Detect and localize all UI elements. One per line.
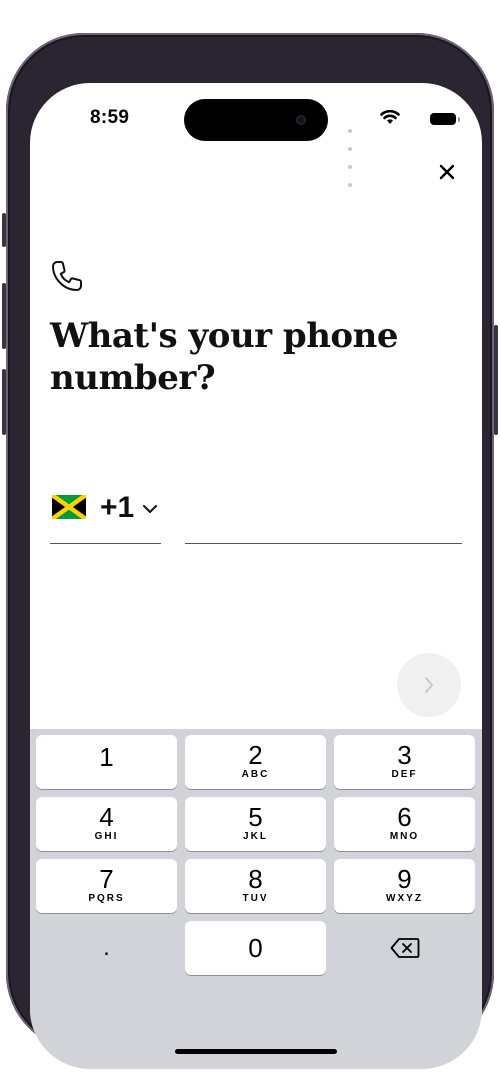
numeric-keypad: 1 2 ABC 3 DEF 4 GHI 5 JKL 6 MNO 7 PQRS 8… (30, 729, 482, 1069)
key-letters: ABC (241, 769, 270, 780)
key-number: 7 (99, 864, 114, 894)
key-8[interactable]: 8 TUV (185, 859, 326, 913)
dial-code: +1 (100, 491, 135, 524)
key-number: 4 (99, 802, 114, 832)
battery-icon (430, 113, 460, 125)
key-number: 1 (99, 742, 114, 772)
delete-key[interactable] (334, 921, 475, 975)
key-dot[interactable]: . (36, 921, 177, 975)
key-1[interactable]: 1 (36, 735, 177, 789)
key-letters: TUV (242, 893, 269, 904)
cellular-dots-icon (348, 120, 354, 192)
country-code-picker[interactable]: +1 (50, 487, 161, 544)
key-letters: MNO (389, 831, 420, 842)
close-icon (439, 164, 455, 180)
status-time: 8:59 (90, 107, 130, 128)
action-button (2, 213, 6, 247)
key-letters: WXYZ (386, 893, 423, 904)
close-button[interactable] (432, 157, 462, 187)
key-letters: JKL (243, 831, 268, 842)
screen: 8:59 What's your phone number? +1 1 2 AB… (30, 83, 482, 1069)
key-dot-label: . (103, 934, 110, 961)
key-number: 2 (248, 740, 263, 770)
chevron-right-icon (425, 677, 433, 693)
key-letters: DEF (391, 769, 418, 780)
key-0[interactable]: 0 (185, 921, 326, 975)
key-5[interactable]: 5 JKL (185, 797, 326, 851)
page-title: What's your phone number? (50, 316, 398, 398)
key-9[interactable]: 9 WXYZ (334, 859, 475, 913)
key-number: 5 (248, 802, 263, 832)
power-button (494, 325, 498, 435)
camera-icon (296, 115, 306, 125)
key-letters: GHI (94, 831, 119, 842)
key-3[interactable]: 3 DEF (334, 735, 475, 789)
next-button[interactable] (397, 653, 461, 717)
volume-down-button (2, 369, 6, 435)
wifi-icon (380, 109, 400, 124)
key-number: 6 (397, 802, 412, 832)
home-indicator[interactable] (175, 1049, 337, 1054)
dynamic-island (184, 99, 328, 141)
key-2[interactable]: 2 ABC (185, 735, 326, 789)
phone-icon (52, 261, 82, 291)
key-6[interactable]: 6 MNO (334, 797, 475, 851)
key-number: 3 (397, 740, 412, 770)
key-number: 0 (248, 933, 263, 963)
key-letters: PQRS (88, 893, 125, 904)
key-number: 9 (397, 864, 412, 894)
chevron-down-icon (143, 505, 157, 513)
key-7[interactable]: 7 PQRS (36, 859, 177, 913)
delete-backspace-icon (390, 938, 419, 958)
key-4[interactable]: 4 GHI (36, 797, 177, 851)
key-number: 8 (248, 864, 263, 894)
phone-frame: 8:59 What's your phone number? +1 1 2 AB… (2, 33, 498, 1069)
phone-number-input[interactable] (185, 487, 462, 544)
volume-up-button (2, 283, 6, 349)
jamaica-flag-icon (52, 495, 86, 519)
